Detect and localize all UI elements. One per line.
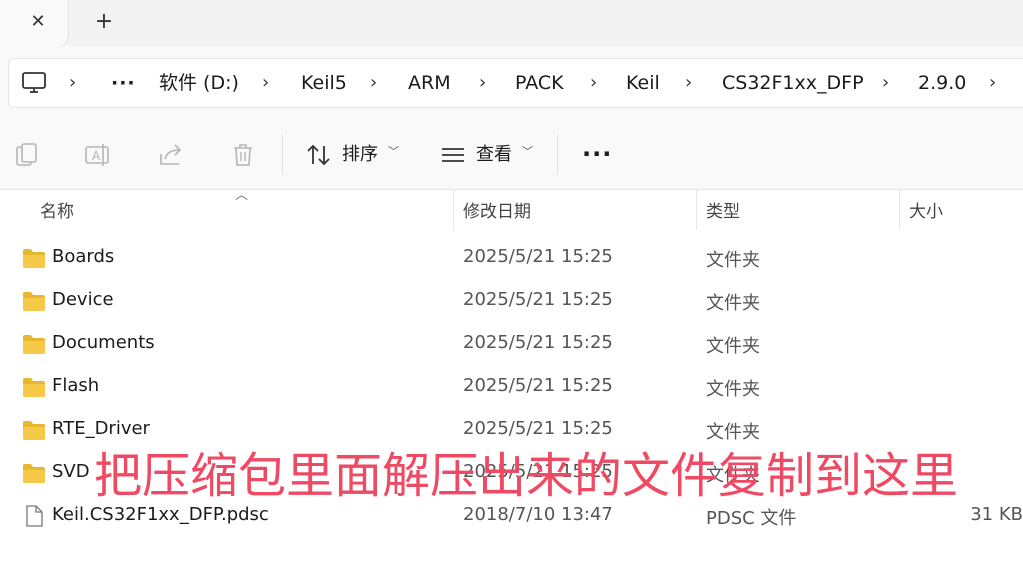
file-name[interactable]: Documents (52, 332, 155, 353)
new-tab-button[interactable]: + (92, 9, 116, 34)
breadcrumb-keil5[interactable]: Keil5 (301, 69, 347, 97)
view-button[interactable]: 查看 (476, 142, 512, 168)
column-name[interactable]: 名称 (40, 200, 74, 224)
file-date: 2025/5/21 15:25 (463, 332, 613, 353)
current-tab[interactable]: ✕ (0, 0, 68, 46)
file-date: 2025/5/21 15:25 (463, 375, 613, 396)
tab-bar: ✕ + (0, 0, 1023, 46)
share-icon[interactable] (158, 142, 184, 168)
chevron-down-icon[interactable]: ﹀ (388, 143, 399, 159)
file-icon (26, 505, 43, 527)
chevron-down-icon[interactable]: ﹀ (522, 143, 533, 159)
address-bar[interactable]: › ··· 软件 (D:) › Keil5 › ARM › PACK › Kei… (8, 58, 1023, 108)
close-tab-icon[interactable]: ✕ (26, 9, 50, 33)
breadcrumb-pack[interactable]: PACK (515, 69, 564, 97)
folder-icon (23, 464, 45, 483)
file-row[interactable]: Flash 2025/5/21 15:25 文件夹 (0, 366, 1023, 409)
breadcrumb-chevron-icon[interactable]: › (370, 69, 377, 97)
file-type: 文件夹 (706, 379, 760, 400)
command-bar: A 排序 ﹀ 查看 ﹀ ··· (0, 120, 1023, 190)
column-divider[interactable] (899, 190, 900, 230)
svg-text:A: A (92, 149, 101, 163)
breadcrumb-chevron-icon[interactable]: › (590, 69, 597, 97)
more-options-button[interactable]: ··· (582, 140, 612, 168)
file-name[interactable]: SVD (52, 461, 90, 482)
file-row[interactable]: Device 2025/5/21 15:25 文件夹 (0, 280, 1023, 323)
folder-icon (23, 249, 45, 268)
this-pc-icon[interactable] (21, 71, 47, 95)
file-row[interactable]: Documents 2025/5/21 15:25 文件夹 (0, 323, 1023, 366)
folder-icon (23, 378, 45, 397)
annotation-text: 把压缩包里面解压出来的文件复制到这里 (94, 448, 959, 504)
column-type[interactable]: 类型 (706, 200, 740, 224)
breadcrumb-drive[interactable]: 软件 (D:) (159, 69, 239, 97)
file-size: 31 KB (970, 504, 1023, 525)
breadcrumb-cs32f1xx-dfp[interactable]: CS32F1xx_DFP (722, 69, 864, 97)
view-icon[interactable] (440, 142, 466, 168)
breadcrumb-chevron-icon[interactable]: › (69, 69, 76, 97)
toolbar-divider (557, 134, 558, 174)
file-date: 2025/5/21 15:25 (463, 246, 613, 267)
toolbar-divider (282, 134, 283, 174)
folder-icon (23, 335, 45, 354)
file-name[interactable]: Boards (52, 246, 114, 267)
file-name[interactable]: Keil.CS32F1xx_DFP.pdsc (52, 504, 269, 525)
delete-icon[interactable] (230, 142, 256, 168)
sort-up-icon: ︿ (235, 188, 249, 203)
breadcrumb-version[interactable]: 2.9.0 (918, 69, 966, 97)
breadcrumb-more-icon[interactable]: ··· (111, 69, 136, 97)
column-headers: ︿ 名称 修改日期 类型 大小 (0, 188, 1023, 230)
file-name[interactable]: Device (52, 289, 114, 310)
breadcrumb-arm[interactable]: ARM (408, 69, 451, 97)
folder-icon (23, 421, 45, 440)
sort-icon[interactable] (306, 142, 332, 168)
folder-icon (23, 292, 45, 311)
breadcrumb-chevron-icon[interactable]: › (989, 69, 996, 97)
breadcrumb-chevron-icon[interactable]: › (882, 69, 889, 97)
breadcrumb-chevron-icon[interactable]: › (262, 69, 269, 97)
copy-icon[interactable] (14, 142, 40, 168)
file-type: 文件夹 (706, 250, 760, 271)
column-size[interactable]: 大小 (909, 200, 943, 224)
address-row: › ··· 软件 (D:) › Keil5 › ARM › PACK › Kei… (0, 46, 1023, 120)
column-divider[interactable] (696, 190, 697, 230)
file-type: 文件夹 (706, 336, 760, 357)
sort-button[interactable]: 排序 (342, 142, 378, 168)
file-row[interactable]: Boards 2025/5/21 15:25 文件夹 (0, 237, 1023, 280)
breadcrumb-keil[interactable]: Keil (626, 69, 660, 97)
file-date: 2018/7/10 13:47 (463, 504, 613, 525)
breadcrumb-chevron-icon[interactable]: › (479, 69, 486, 97)
file-type: 文件夹 (706, 293, 760, 314)
column-date[interactable]: 修改日期 (463, 200, 531, 224)
file-date: 2025/5/21 15:25 (463, 289, 613, 310)
file-type: PDSC 文件 (706, 508, 797, 529)
file-name[interactable]: Flash (52, 375, 99, 396)
breadcrumb-chevron-icon[interactable]: › (685, 69, 692, 97)
column-divider[interactable] (453, 190, 454, 230)
rename-icon[interactable]: A (84, 142, 110, 168)
